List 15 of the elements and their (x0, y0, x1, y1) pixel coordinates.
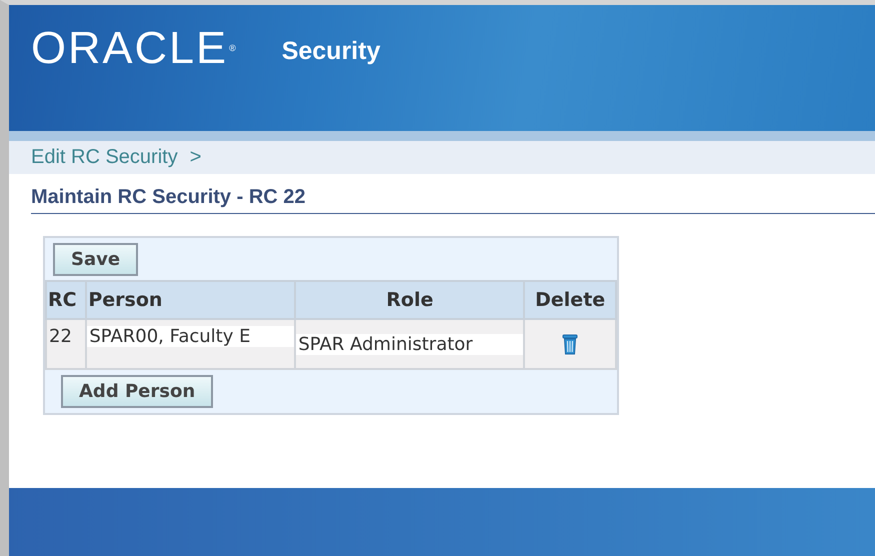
save-button[interactable]: Save (53, 243, 138, 276)
page-title: Maintain RC Security - RC 22 (31, 186, 875, 214)
add-person-button[interactable]: Add Person (61, 375, 214, 408)
breadcrumb-separator: > (190, 146, 202, 169)
breadcrumb-link[interactable]: Edit RC Security (31, 146, 178, 169)
table-cell: 22 (46, 319, 86, 369)
column-header: Delete (524, 281, 616, 319)
role-field[interactable]: SPAR Administrator (296, 334, 524, 355)
column-header: Person (86, 281, 296, 319)
logo: ORACLE$^{®}$ (31, 23, 238, 73)
column-header: RC (46, 281, 86, 319)
app-title: Security (282, 37, 380, 66)
trash-icon[interactable] (562, 333, 578, 356)
person-field[interactable]: SPAR00, Faculty E (87, 326, 294, 347)
column-header: Role (295, 281, 524, 319)
